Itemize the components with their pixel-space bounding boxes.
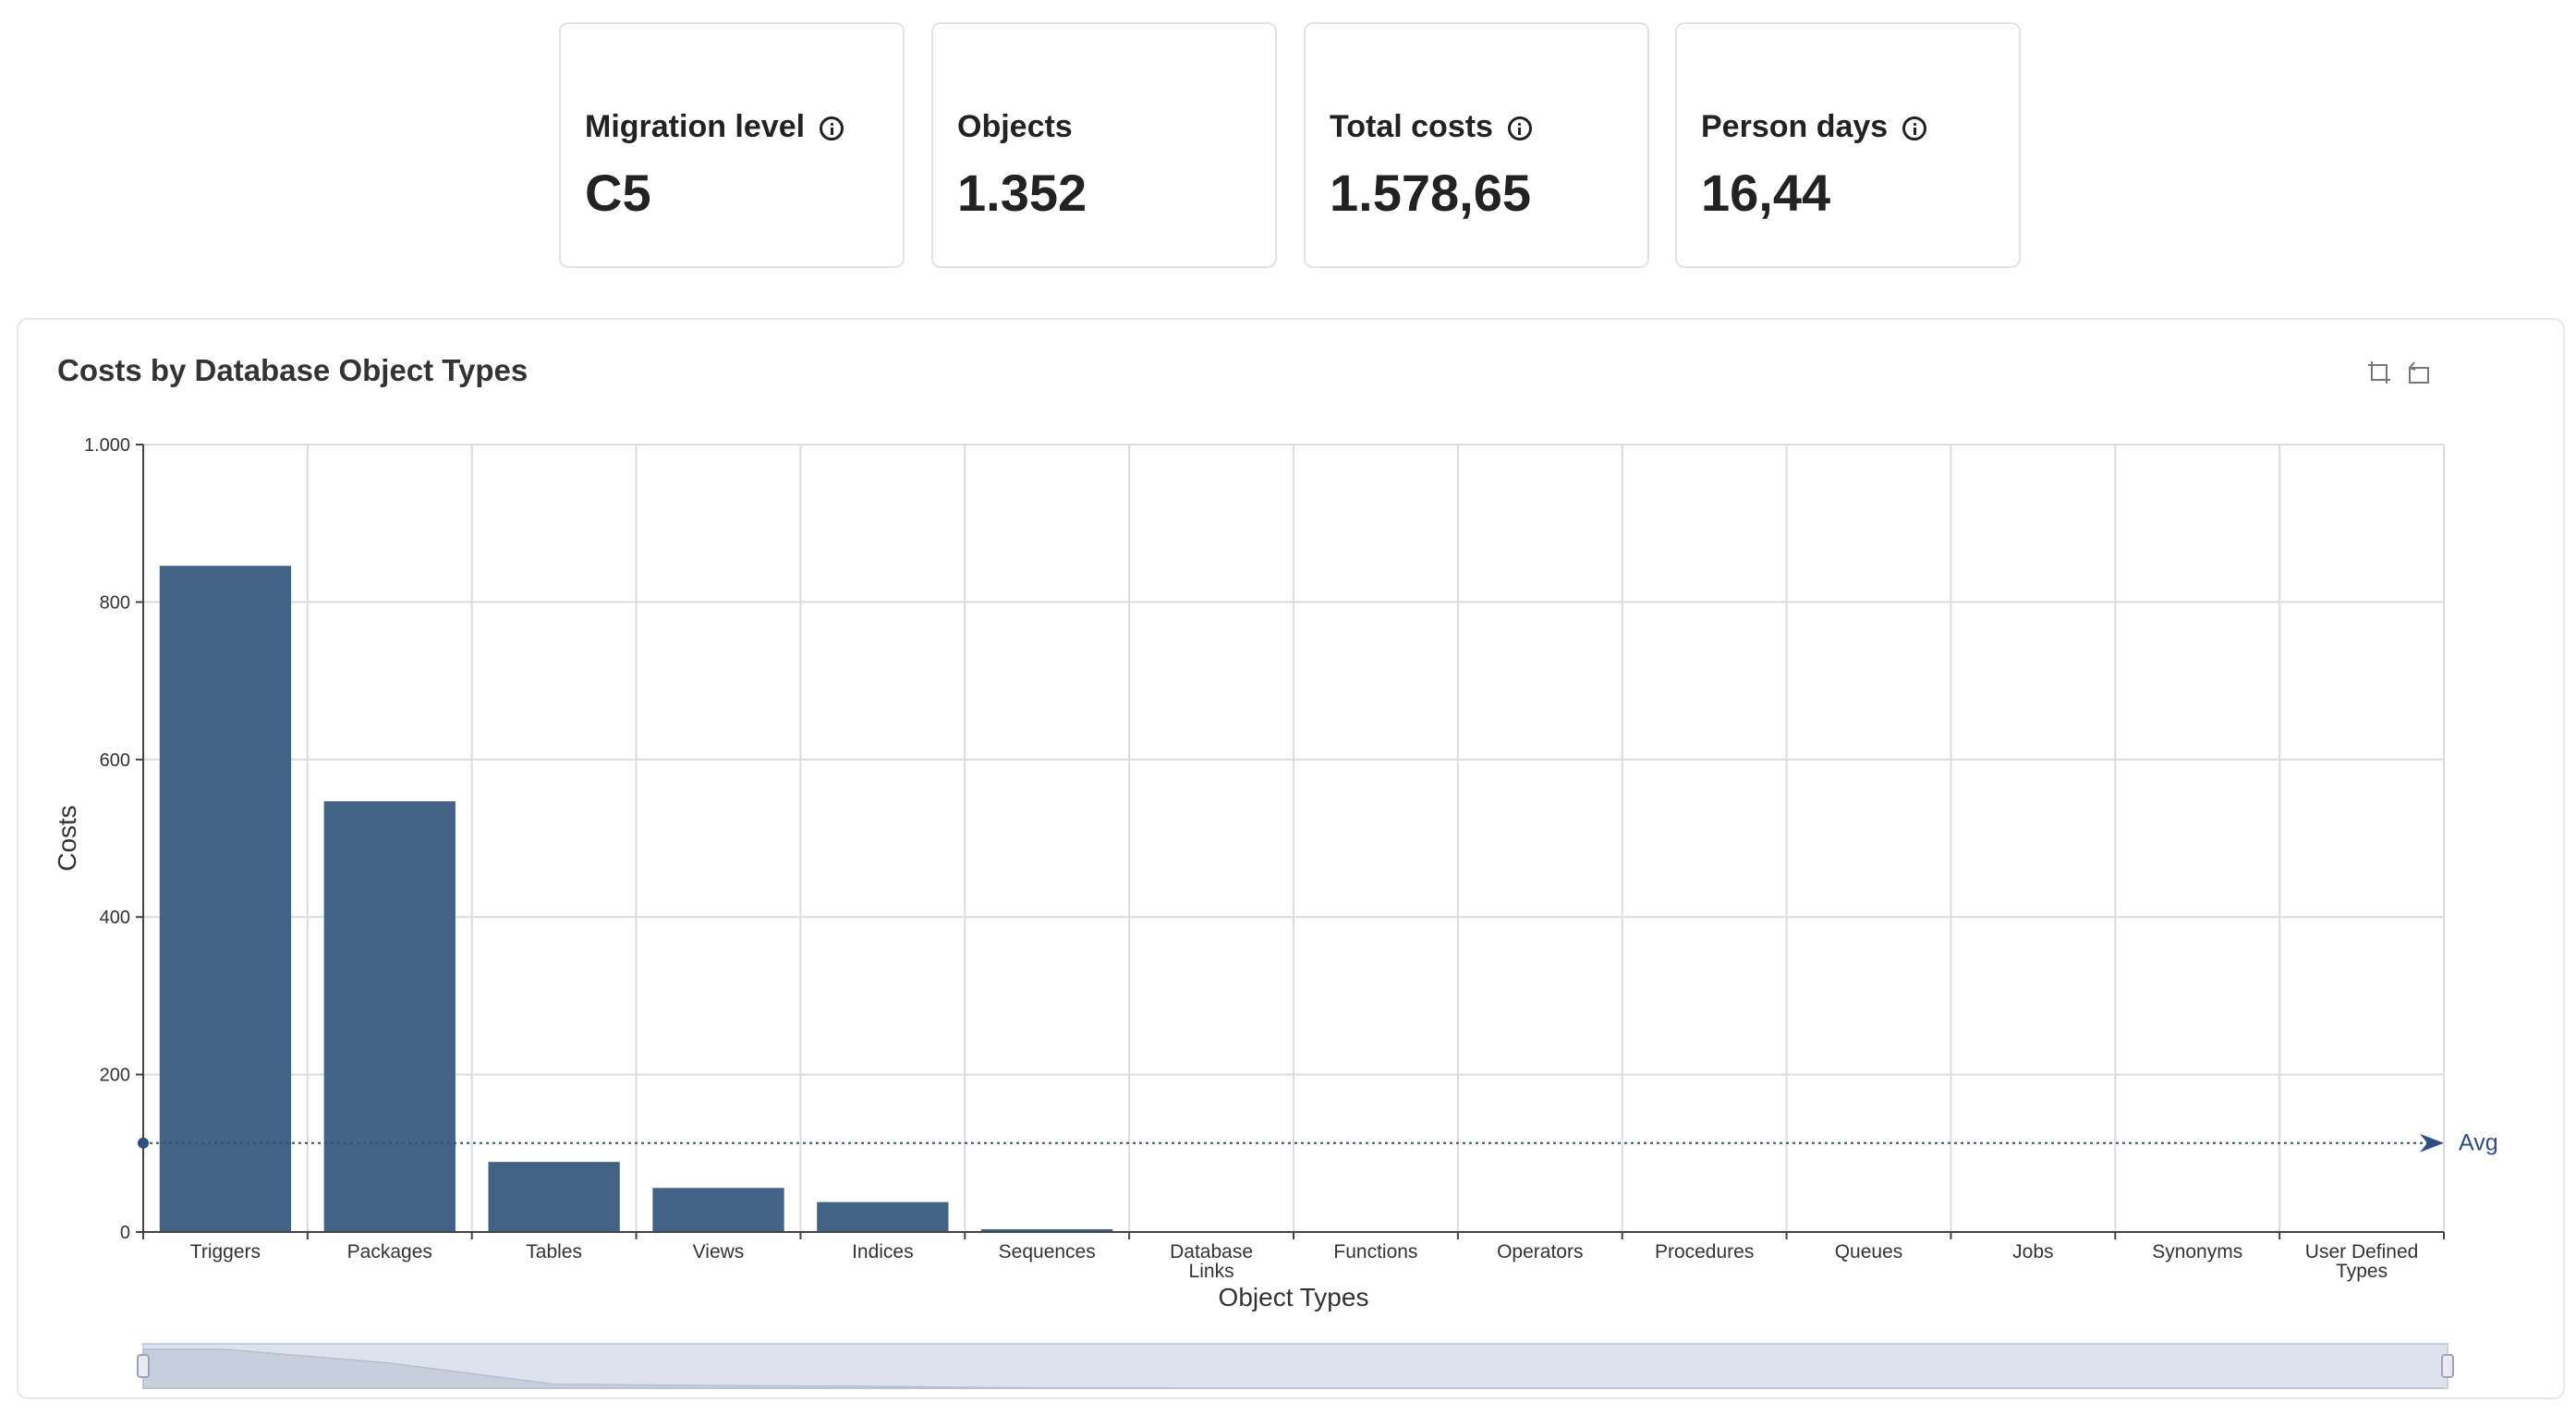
- y-tick-label: 200: [100, 1066, 130, 1086]
- bar: [817, 1202, 949, 1232]
- info-circle-icon[interactable]: [820, 116, 844, 140]
- y-axis-title: Costs: [53, 805, 81, 872]
- x-tick-label: Indices: [852, 1241, 914, 1263]
- zoom-handle-right[interactable]: [2441, 1354, 2454, 1378]
- bar: [488, 1162, 620, 1232]
- y-tick-label: 400: [100, 908, 130, 928]
- x-tick-label: Database Links: [1170, 1241, 1253, 1282]
- average-line-start: [138, 1137, 149, 1149]
- y-tick-label: 600: [100, 750, 130, 771]
- x-tick-label: Queues: [1835, 1241, 1903, 1263]
- kpi-card-person-days: Person days 16,44: [1675, 22, 2021, 268]
- kpi-card-total-costs: Total costs 1.578,65: [1304, 22, 1649, 268]
- kpi-value: 1.578,65: [1330, 164, 1531, 222]
- kpi-value: 1.352: [957, 164, 1088, 222]
- kpi-label-text: Total costs: [1330, 109, 1493, 144]
- kpi-value: 16,44: [1701, 164, 1831, 222]
- y-tick-label: 800: [100, 592, 130, 613]
- info-circle-icon[interactable]: [1507, 116, 1532, 140]
- kpi-label-text: Objects: [957, 109, 1073, 144]
- x-axis-title: Object Types: [1219, 1283, 1369, 1311]
- x-tick-label: Synonyms: [2152, 1241, 2242, 1263]
- bar: [159, 566, 292, 1232]
- y-tick-label: 1.000: [84, 435, 130, 456]
- bar: [323, 800, 456, 1232]
- average-line-arrow: [2420, 1133, 2444, 1153]
- x-tick-label: Sequences: [999, 1241, 1096, 1263]
- x-tick-label: User Defined Types: [2305, 1241, 2419, 1282]
- x-tick-label: Views: [693, 1241, 745, 1263]
- x-tick-label: Triggers: [190, 1241, 261, 1263]
- y-tick-label: 0: [120, 1223, 130, 1243]
- info-circle-icon[interactable]: [1902, 116, 1927, 140]
- x-tick-label: Packages: [347, 1241, 432, 1263]
- x-tick-label: Jobs: [2012, 1241, 2053, 1263]
- average-label: Avg: [2459, 1130, 2498, 1156]
- kpi-value: C5: [585, 164, 651, 222]
- kpi-label: Total costs: [1330, 109, 1532, 145]
- x-tick-label: Functions: [1333, 1241, 1417, 1263]
- chart-card: Costs by Database Object Types 0 200 400 60…: [17, 318, 2565, 1399]
- kpi-row: Migration level C5 Objects 1.352 Total c…: [0, 0, 2576, 277]
- kpi-label: Person days: [1701, 109, 1927, 145]
- zoom-handle-left[interactable]: [137, 1354, 150, 1378]
- x-tick-label: Operators: [1497, 1241, 1583, 1263]
- bar: [652, 1188, 784, 1232]
- kpi-card-objects: Objects 1.352: [931, 22, 1277, 268]
- x-tick-label: Procedures: [1655, 1241, 1754, 1263]
- bar-chart: 0 200 400 600 800 1.000 Triggers Packages Tables…: [53, 435, 2498, 1389]
- x-tick-label: Tables: [526, 1241, 582, 1263]
- kpi-card-migration-level: Migration level C5: [559, 22, 905, 268]
- kpi-label: Migration level: [585, 109, 844, 145]
- kpi-label-text: Migration level: [585, 109, 806, 144]
- kpi-label: Objects: [957, 109, 1073, 145]
- kpi-label-text: Person days: [1701, 109, 1889, 144]
- zoom-slider[interactable]: [137, 1343, 2454, 1389]
